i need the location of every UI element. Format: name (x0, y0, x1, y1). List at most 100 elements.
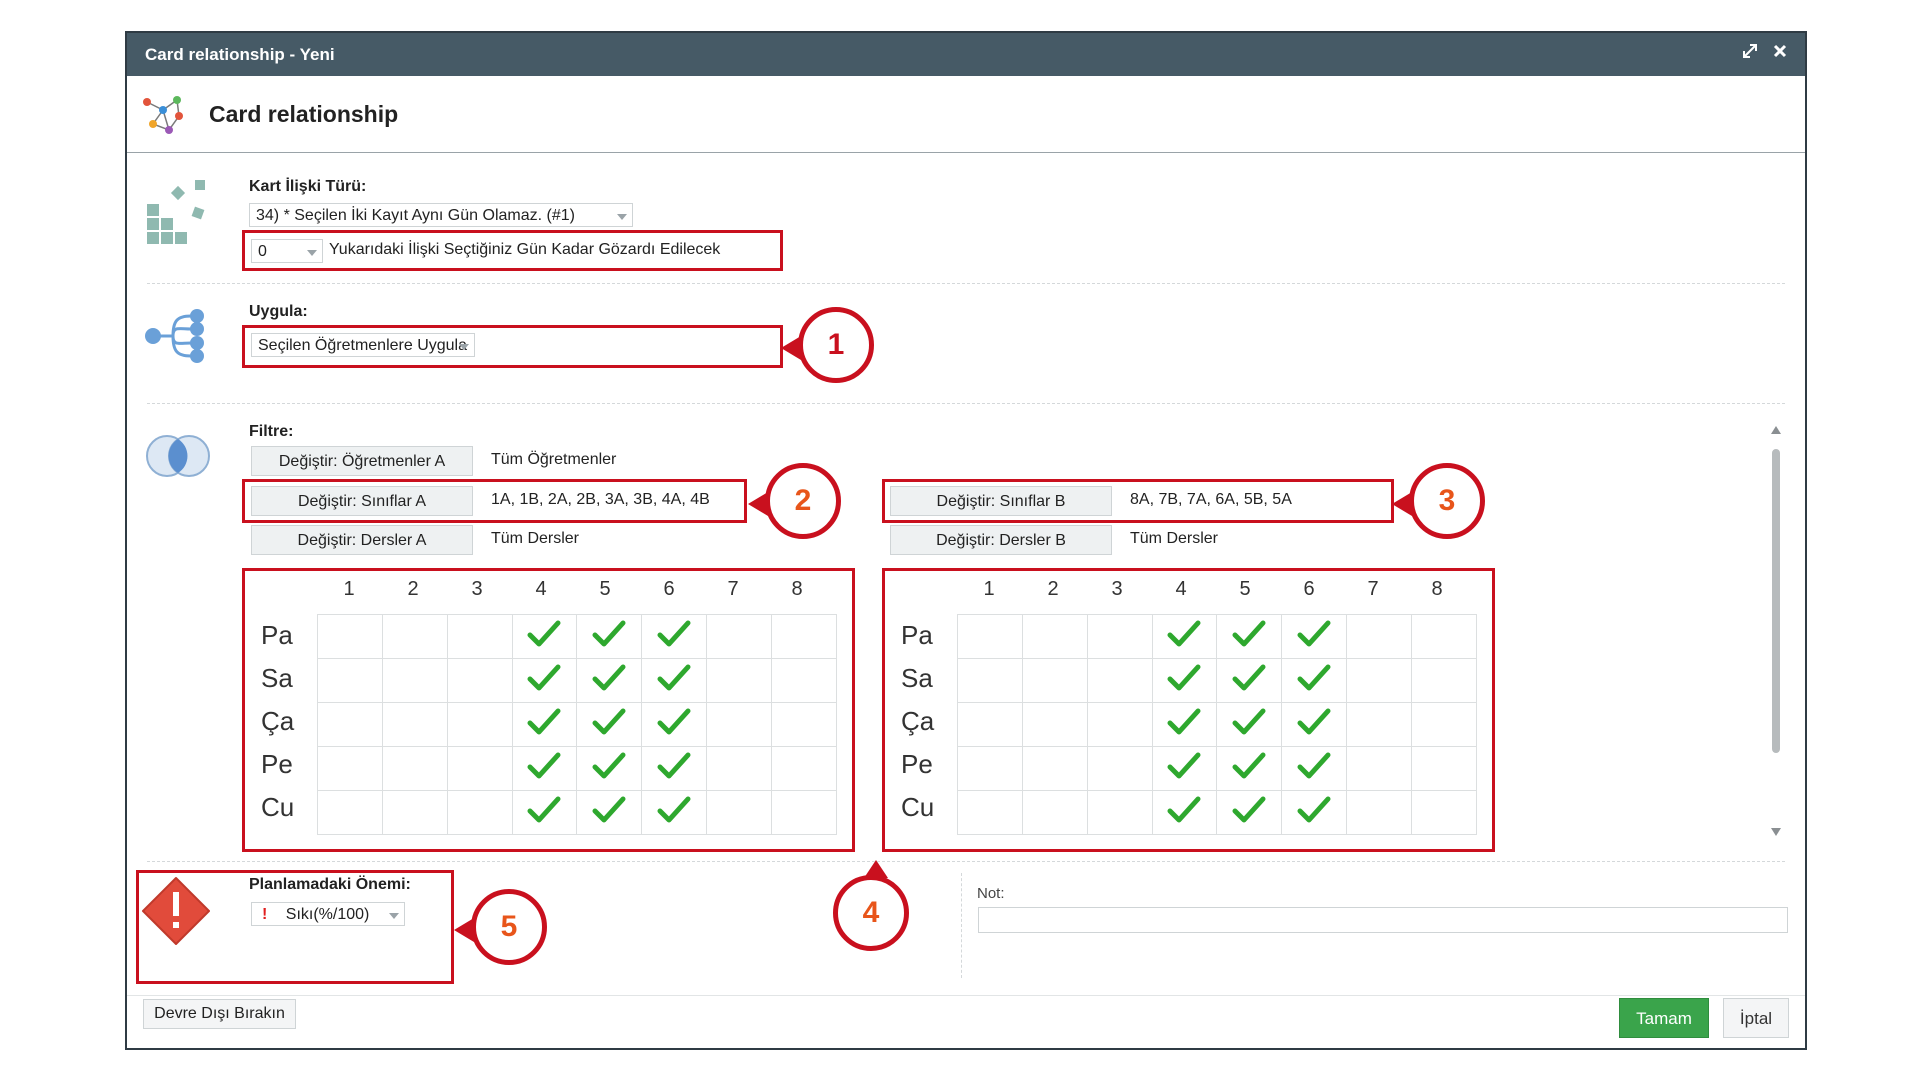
scrollbar-thumb[interactable] (1772, 449, 1780, 753)
timetable-cell[interactable] (1021, 746, 1088, 791)
timetable-cell[interactable] (957, 614, 1023, 659)
timetable-cell[interactable] (706, 702, 773, 747)
timetable-cell[interactable] (1086, 658, 1153, 703)
timetable-cell[interactable] (1086, 746, 1153, 791)
timetable-cell[interactable] (957, 702, 1023, 747)
timetable-cell[interactable] (1021, 790, 1088, 835)
timetable-cell[interactable] (1281, 614, 1348, 659)
timetable-cell[interactable] (706, 746, 773, 791)
change-subjects-a-button[interactable]: Değiştir: Dersler A (251, 525, 473, 555)
timetable-cell[interactable] (381, 790, 448, 835)
timetable-cell[interactable] (1021, 614, 1088, 659)
timetable-cell[interactable] (576, 658, 643, 703)
timetable-cell[interactable] (706, 614, 773, 659)
timetable-cell[interactable] (1346, 746, 1413, 791)
apply-to-select[interactable]: Seçilen Öğretmenlere Uygula (251, 333, 475, 357)
day-label: Pe (901, 749, 933, 779)
timetable-cell[interactable] (957, 746, 1023, 791)
timetable-cell[interactable] (771, 614, 837, 659)
timetable-cell[interactable] (771, 746, 837, 791)
timetable-cell[interactable] (511, 658, 578, 703)
timetable-cell[interactable] (446, 658, 513, 703)
change-teachers-a-button[interactable]: Değiştir: Öğretmenler A (251, 446, 473, 476)
timetable-cell[interactable] (576, 746, 643, 791)
timetable-cell[interactable] (446, 790, 513, 835)
timetable-cell[interactable] (1151, 702, 1218, 747)
timetable-cell[interactable] (1216, 790, 1283, 835)
timetable-cell[interactable] (641, 790, 708, 835)
timetable-cell[interactable] (1281, 790, 1348, 835)
timetable-cell[interactable] (1281, 702, 1348, 747)
timetable-cell[interactable] (641, 746, 708, 791)
timetable-cell[interactable] (1086, 790, 1153, 835)
timetable-cell[interactable] (317, 790, 383, 835)
disable-button[interactable]: Devre Dışı Bırakın (143, 999, 296, 1029)
timetable-cell[interactable] (1021, 658, 1088, 703)
change-subjects-b-button[interactable]: Değiştir: Dersler B (890, 525, 1112, 555)
timetable-cell[interactable] (1411, 658, 1477, 703)
timetable-cell[interactable] (957, 790, 1023, 835)
timetable-cell[interactable] (1346, 790, 1413, 835)
timetable-cell[interactable] (1281, 746, 1348, 791)
timetable-cell[interactable] (1216, 746, 1283, 791)
timetable-cell[interactable] (511, 702, 578, 747)
note-input[interactable] (978, 907, 1788, 933)
timetable-cell[interactable] (446, 614, 513, 659)
timetable-cell[interactable] (771, 790, 837, 835)
timetable-cell[interactable] (576, 790, 643, 835)
timetable-cell[interactable] (1411, 702, 1477, 747)
timetable-cell[interactable] (511, 746, 578, 791)
timetable-cell[interactable] (511, 614, 578, 659)
importance-select[interactable]: ! Sıkı(%/100) (251, 902, 405, 926)
timetable-cell[interactable] (317, 614, 383, 659)
timetable-cell[interactable] (1281, 658, 1348, 703)
timetable-cell[interactable] (1411, 790, 1477, 835)
timetable-cell[interactable] (576, 702, 643, 747)
scrollbar[interactable] (1767, 425, 1785, 837)
close-icon[interactable] (1769, 42, 1791, 64)
timetable-cell[interactable] (1411, 614, 1477, 659)
timetable-cell[interactable] (1151, 746, 1218, 791)
timetable-cell[interactable] (381, 614, 448, 659)
timetable-cell[interactable] (1086, 614, 1153, 659)
timetable-cell[interactable] (641, 614, 708, 659)
days-select[interactable]: 0 (251, 239, 323, 263)
timetable-cell[interactable] (1151, 658, 1218, 703)
timetable-cell[interactable] (706, 790, 773, 835)
ok-button[interactable]: Tamam (1619, 998, 1709, 1038)
change-classes-a-button[interactable]: Değiştir: Sınıflar A (251, 486, 473, 516)
timetable-cell[interactable] (1411, 746, 1477, 791)
timetable-cell[interactable] (317, 746, 383, 791)
timetable-cell[interactable] (576, 614, 643, 659)
timetable-cell[interactable] (1216, 614, 1283, 659)
change-classes-b-button[interactable]: Değiştir: Sınıflar B (890, 486, 1112, 516)
timetable-cell[interactable] (1216, 702, 1283, 747)
timetable-cell[interactable] (641, 658, 708, 703)
timetable-cell[interactable] (771, 658, 837, 703)
timetable-cell[interactable] (1086, 702, 1153, 747)
timetable-cell[interactable] (511, 790, 578, 835)
timetable-cell[interactable] (381, 658, 448, 703)
cancel-button[interactable]: İptal (1723, 998, 1789, 1038)
timetable-cell[interactable] (446, 702, 513, 747)
timetable-cell[interactable] (381, 746, 448, 791)
timetable-cell[interactable] (381, 702, 448, 747)
timetable-cell[interactable] (771, 702, 837, 747)
scroll-down-icon[interactable] (1770, 827, 1782, 837)
timetable-cell[interactable] (1151, 790, 1218, 835)
timetable-cell[interactable] (641, 702, 708, 747)
relationship-type-select[interactable]: 34) * Seçilen İki Kayıt Aynı Gün Olamaz.… (249, 203, 633, 227)
timetable-cell[interactable] (317, 702, 383, 747)
timetable-cell[interactable] (957, 658, 1023, 703)
timetable-cell[interactable] (1021, 702, 1088, 747)
timetable-cell[interactable] (1346, 614, 1413, 659)
timetable-cell[interactable] (1216, 658, 1283, 703)
timetable-cell[interactable] (1346, 658, 1413, 703)
timetable-cell[interactable] (317, 658, 383, 703)
timetable-cell[interactable] (1151, 614, 1218, 659)
maximize-icon[interactable] (1739, 42, 1761, 64)
timetable-cell[interactable] (446, 746, 513, 791)
timetable-cell[interactable] (1346, 702, 1413, 747)
scroll-up-icon[interactable] (1770, 425, 1782, 435)
timetable-cell[interactable] (706, 658, 773, 703)
